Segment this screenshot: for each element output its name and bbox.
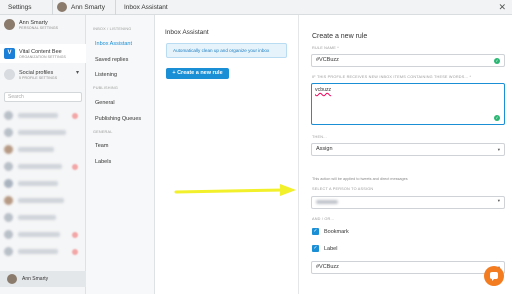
list-item[interactable]	[4, 196, 80, 205]
check-icon: ✓	[494, 115, 500, 121]
nav-item-listening[interactable]: Listening	[95, 72, 117, 78]
words-label: IF THIS PROFILE RECEIVES NEW INBOX ITEMS…	[312, 75, 472, 79]
label-select[interactable]: #VCBuzz ▾	[311, 261, 505, 274]
account-personal[interactable]: Ann Smarty PERSONAL SETTINGS	[4, 19, 58, 30]
breadcrumb-user[interactable]: Ann Smarty	[71, 4, 105, 11]
close-icon[interactable]: ✕	[498, 2, 506, 13]
account-name: Vital Content Bee	[19, 48, 62, 55]
words-textarea[interactable]: vcbuzz ✓	[311, 83, 505, 125]
avatar	[4, 179, 13, 188]
section-header-publishing: PUBLISHING	[93, 86, 118, 90]
org-logo: V	[4, 48, 15, 59]
bookmark-label: Bookmark	[324, 228, 349, 235]
avatar	[4, 19, 15, 30]
avatar	[4, 213, 13, 222]
current-user[interactable]: Ann Smarty	[0, 271, 86, 287]
chevron-down-icon[interactable]: ▾	[76, 69, 79, 76]
list-item[interactable]	[4, 145, 80, 154]
settings-nav: INBOX / LISTENING Inbox Assistant Saved …	[86, 15, 155, 294]
check-icon: ✓	[312, 228, 319, 235]
chat-icon[interactable]	[484, 266, 504, 286]
person-select[interactable]: ▾	[311, 196, 505, 209]
then-label: THEN...	[312, 135, 327, 139]
section-header-inbox: INBOX / LISTENING	[93, 27, 132, 31]
account-sub: PERSONAL SETTINGS	[19, 25, 59, 30]
words-value: vcbuzz	[315, 87, 332, 93]
label-value: #VCBuzz	[316, 264, 339, 270]
chevron-down-icon: ▾	[497, 198, 500, 203]
account-social[interactable]: Social profiles 5 PROFILE SETTINGS	[4, 69, 57, 80]
list-item[interactable]	[4, 179, 80, 188]
page-title: Inbox Assistant	[165, 29, 209, 36]
avatar	[4, 111, 13, 120]
bookmark-checkbox[interactable]: ✓ Bookmark	[312, 228, 349, 235]
info-banner: Automatically clean up and organize your…	[166, 43, 287, 58]
avatar	[4, 196, 13, 205]
nav-item-labels[interactable]: Labels	[95, 159, 111, 165]
list-item[interactable]	[4, 128, 80, 137]
action-select[interactable]: Assign ▾	[311, 143, 505, 156]
account-name: Social profiles	[19, 69, 54, 76]
accounts-sidebar: Ann Smarty PERSONAL SETTINGS V Vital Con…	[0, 15, 86, 294]
account-sub: 5 PROFILE SETTINGS	[19, 75, 58, 80]
current-user-name: Ann Smarty	[22, 276, 49, 282]
label-checkbox[interactable]: ✓ Label	[312, 245, 337, 252]
nav-item-inbox-assistant[interactable]: Inbox Assistant	[95, 41, 132, 47]
nav-item-saved-replies[interactable]: Saved replies	[95, 57, 128, 63]
avatar	[4, 230, 13, 239]
chevron-down-icon: ▾	[497, 147, 500, 152]
nav-item-team[interactable]: Team	[95, 143, 108, 149]
account-org[interactable]: V Vital Content Bee ORGANIZATION SETTING…	[4, 48, 66, 59]
account-sub: ORGANIZATION SETTINGS	[19, 54, 66, 59]
nav-item-publishing-queues[interactable]: Publishing Queues	[95, 116, 141, 122]
section-header-general: GENERAL	[93, 130, 113, 134]
list-item[interactable]	[4, 213, 80, 222]
avatar	[4, 247, 13, 256]
list-item[interactable]	[4, 111, 80, 120]
settings-title: Settings	[8, 3, 32, 11]
action-note: This action will be applied to tweets an…	[312, 177, 408, 181]
list-item[interactable]	[4, 230, 80, 239]
create-rule-button[interactable]: + Create a new rule	[166, 68, 229, 79]
avatar	[7, 274, 17, 284]
and-or-label: AND / OR...	[312, 217, 335, 221]
avatar	[4, 145, 13, 154]
nav-item-general[interactable]: General	[95, 100, 115, 106]
breadcrumb-page: Inbox Assistant	[123, 3, 168, 11]
action-value: Assign	[316, 146, 333, 152]
search-input[interactable]: Search	[4, 92, 82, 102]
divider	[52, 0, 53, 15]
list-item[interactable]	[4, 247, 80, 256]
create-rule-form: Create a new rule RULE NAME * #VCBuzz ✓ …	[300, 15, 512, 294]
top-bar: Settings Ann Smarty Inbox Assistant ✕	[0, 0, 512, 15]
list-item[interactable]	[4, 162, 80, 171]
label-label: Label	[324, 245, 338, 252]
person-value	[316, 200, 338, 204]
rule-name-input[interactable]: #VCBuzz ✓	[311, 54, 505, 67]
rule-name-value: #VCBuzz	[316, 57, 339, 63]
avatar	[57, 2, 67, 12]
avatar	[4, 162, 13, 171]
check-icon: ✓	[494, 58, 500, 64]
check-icon: ✓	[312, 245, 319, 252]
person-label: SELECT A PERSON TO ASSIGN	[312, 187, 374, 191]
avatar	[4, 128, 13, 137]
social-profiles-icon	[4, 69, 15, 80]
form-title: Create a new rule	[312, 33, 368, 40]
rule-name-label: RULE NAME *	[312, 46, 339, 50]
annotation-arrow	[174, 184, 296, 196]
inbox-assistant-panel: Inbox Assistant Automatically clean up a…	[155, 15, 299, 294]
